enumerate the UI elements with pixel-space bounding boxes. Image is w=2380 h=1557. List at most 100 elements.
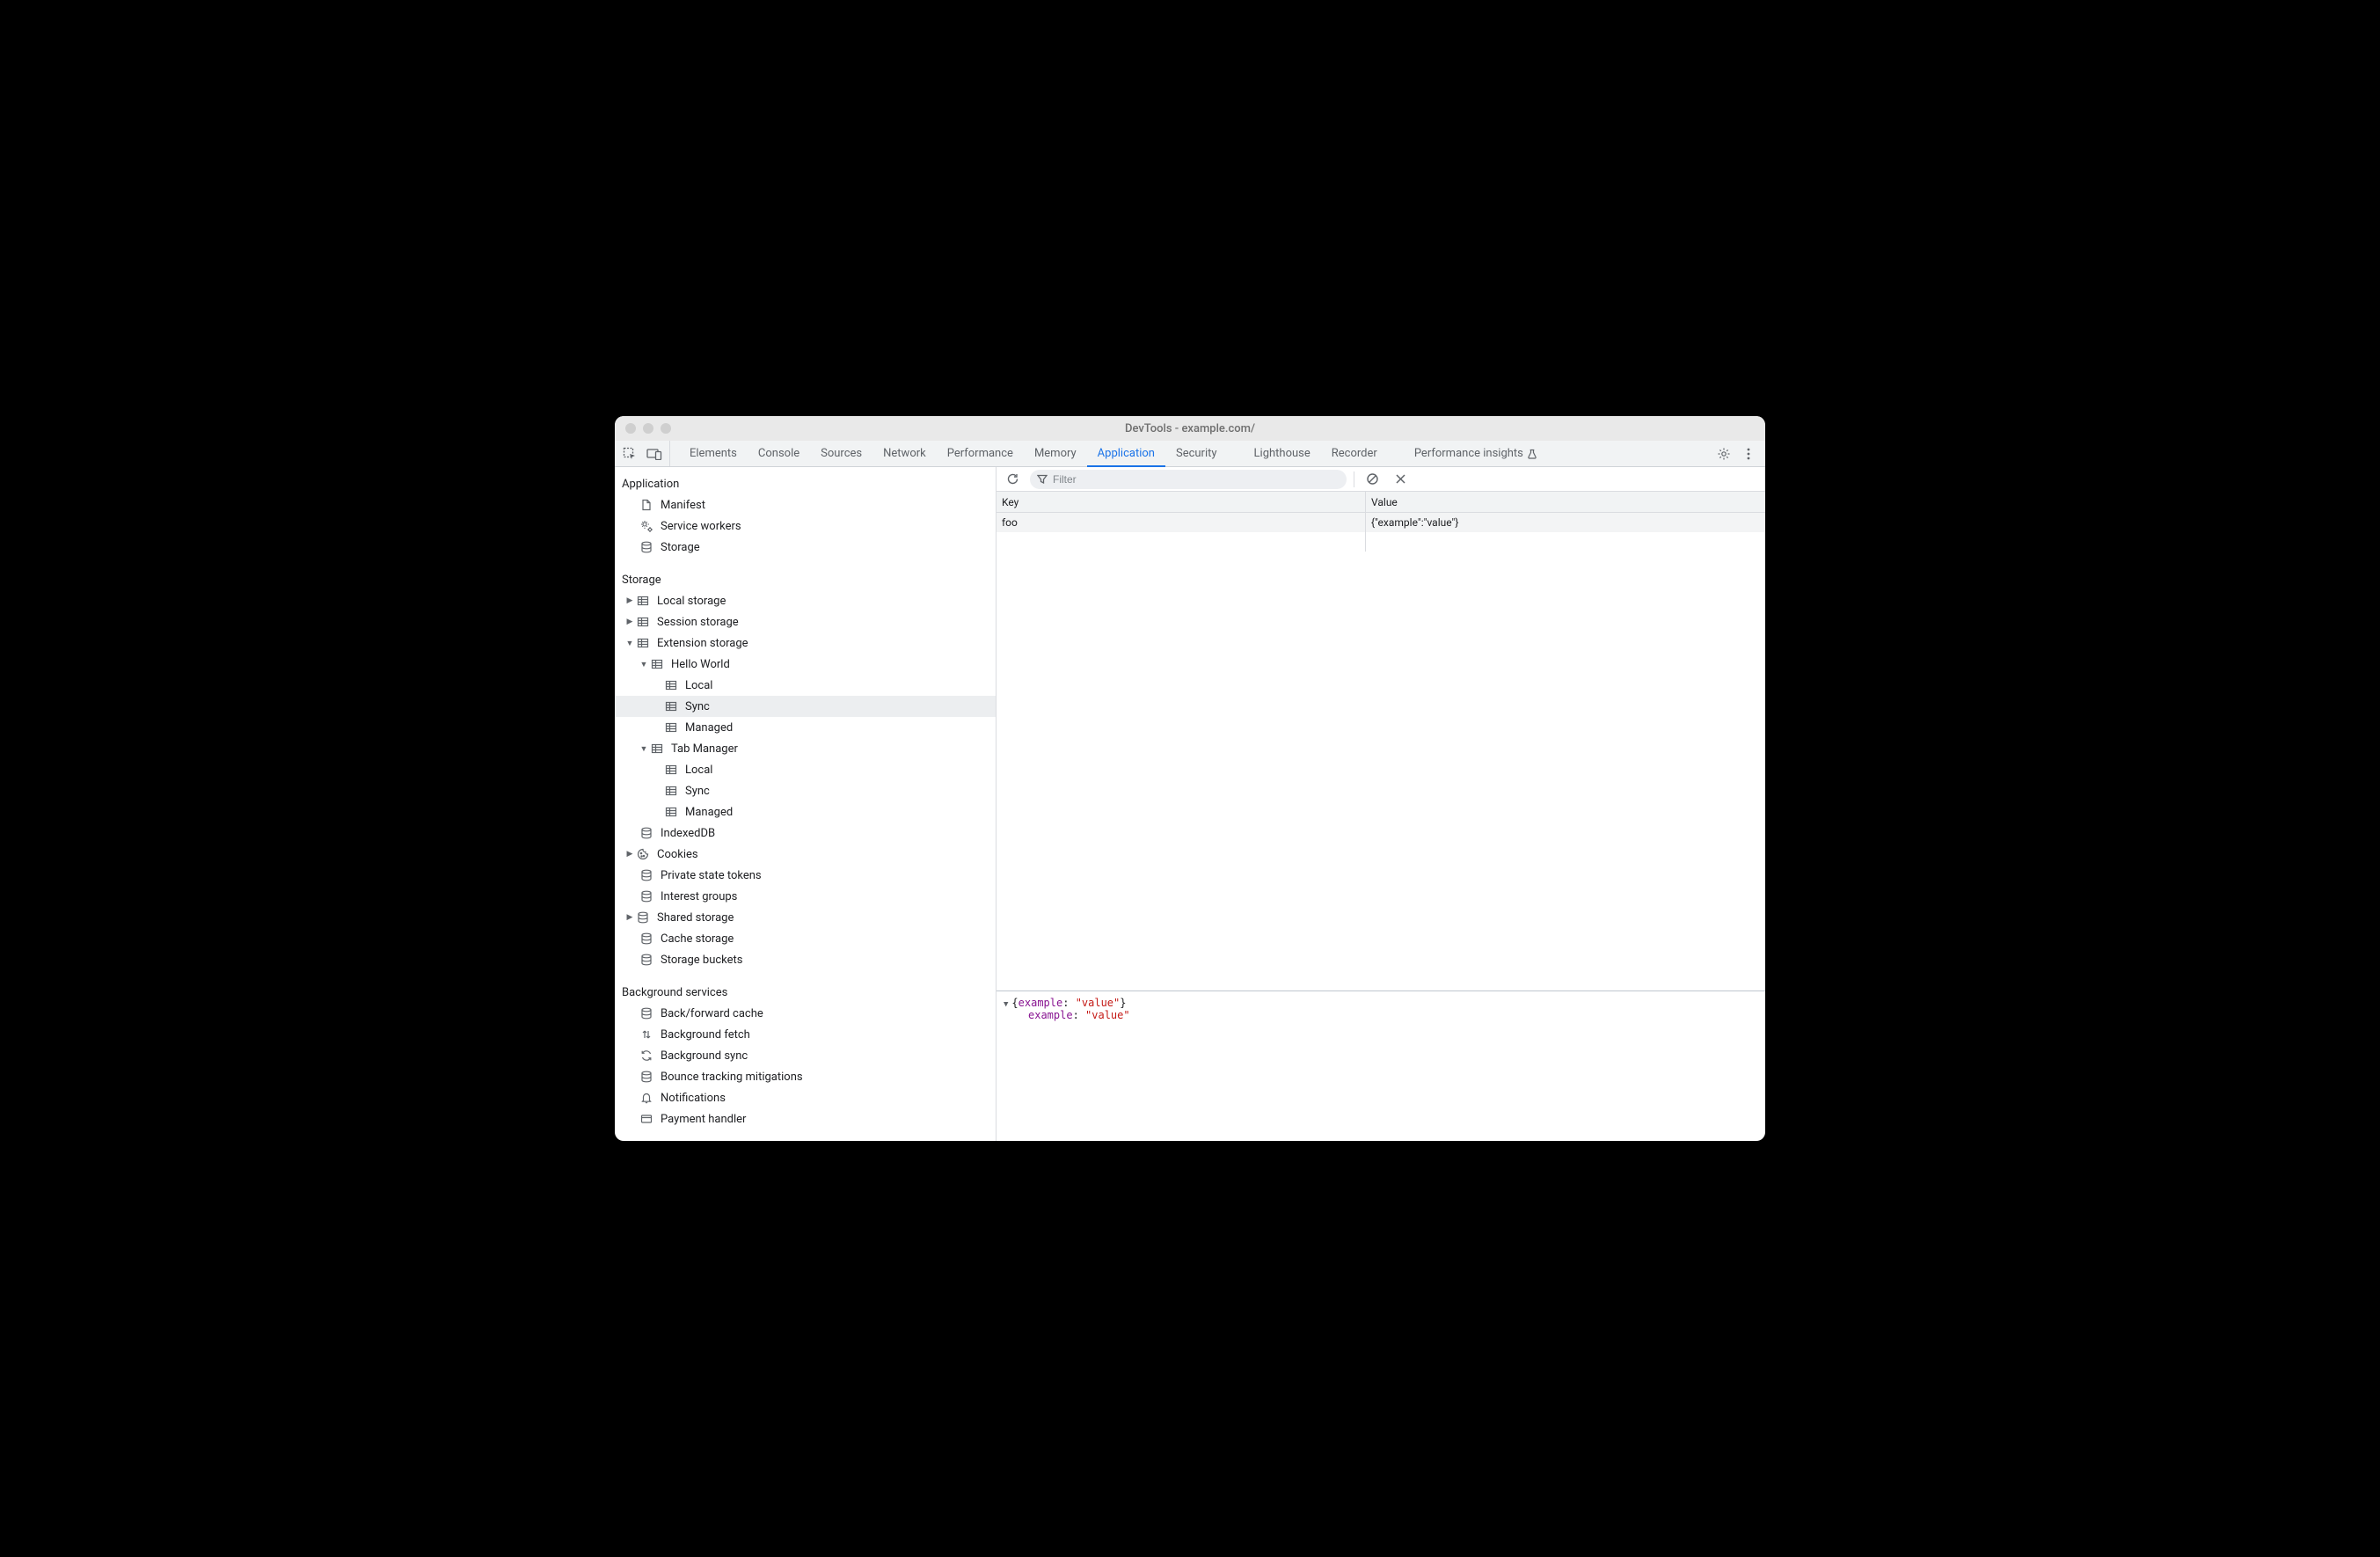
tab-performance[interactable]: Performance (937, 441, 1024, 466)
storage-table: Key Value foo {"example":"value"} (997, 492, 1765, 991)
database-icon (639, 1070, 653, 1084)
tree-label: Back/forward cache (661, 1007, 763, 1020)
database-icon (639, 826, 653, 840)
disclosure-triangle-icon[interactable]: ▶ (625, 618, 634, 626)
transfer-icon (639, 1027, 653, 1042)
sidebar-item-ext-hw-managed[interactable]: Managed (615, 717, 996, 738)
tree-label: Manifest (661, 499, 705, 512)
sidebar-item-cookies[interactable]: ▶ Cookies (615, 844, 996, 865)
tab-label: Elements (690, 447, 737, 460)
sidebar-item-cache-storage[interactable]: Cache storage (615, 928, 996, 949)
tree-label: Storage (661, 541, 700, 554)
sidebar-item-bounce-tracking[interactable]: Bounce tracking mitigations (615, 1066, 996, 1087)
tab-console[interactable]: Console (748, 441, 810, 466)
sidebar-item-ext-hello-world[interactable]: ▼ Hello World (615, 654, 996, 675)
tree-label: Interest groups (661, 890, 737, 903)
beaker-icon (1527, 449, 1537, 459)
column-header-key[interactable]: Key (997, 492, 1366, 512)
tree-label: Payment handler (661, 1113, 746, 1126)
value-preview: ▼{example: "value"} example: "value" (997, 991, 1765, 1141)
disclosure-triangle-icon[interactable]: ▼ (639, 660, 648, 669)
sidebar-item-extension-storage[interactable]: ▼ Extension storage (615, 632, 996, 654)
sidebar-item-ext-hw-sync[interactable]: Sync (615, 696, 996, 717)
sidebar-item-session-storage[interactable]: ▶ Session storage (615, 611, 996, 632)
tab-performance-insights[interactable]: Performance insights (1404, 441, 1548, 466)
tree-label: Storage buckets (661, 954, 743, 967)
tree-label: IndexedDB (661, 827, 715, 840)
sidebar-item-notifications[interactable]: Notifications (615, 1087, 996, 1108)
more-icon[interactable] (1741, 446, 1756, 462)
tab-label: Sources (821, 447, 862, 460)
section-heading-background: Background services (615, 979, 996, 1003)
tab-label: Network (883, 447, 926, 460)
tab-label: Application (1098, 447, 1155, 460)
inspect-element-icon[interactable] (622, 446, 638, 462)
tree-label: Notifications (661, 1092, 726, 1105)
disclosure-triangle-icon[interactable]: ▼ (639, 744, 648, 754)
sidebar-item-storage-buckets[interactable]: Storage buckets (615, 949, 996, 970)
table-body[interactable]: foo {"example":"value"} (997, 513, 1765, 990)
sidebar-item-ext-tab-manager[interactable]: ▼ Tab Manager (615, 738, 996, 759)
clear-all-button[interactable] (1362, 469, 1383, 490)
database-icon (636, 910, 650, 925)
cell-key[interactable]: foo (997, 513, 1366, 532)
tree-label: Background sync (661, 1049, 748, 1063)
tab-elements[interactable]: Elements (679, 441, 748, 466)
column-header-value[interactable]: Value (1366, 496, 1765, 508)
sidebar-item-bf-cache[interactable]: Back/forward cache (615, 1003, 996, 1024)
sidebar-item-ext-tm-managed[interactable]: Managed (615, 801, 996, 822)
tab-label: Recorder (1332, 447, 1377, 460)
device-toolbar-icon[interactable] (646, 446, 662, 462)
table-icon (664, 699, 678, 713)
sidebar-item-payment-handler[interactable]: Payment handler (615, 1108, 996, 1129)
disclosure-triangle-icon[interactable]: ▼ (625, 639, 634, 648)
sidebar-item-ext-hw-local[interactable]: Local (615, 675, 996, 696)
sidebar-item-indexeddb[interactable]: IndexedDB (615, 822, 996, 844)
titlebar: DevTools - example.com/ (615, 416, 1765, 441)
cell-value[interactable]: {"example":"value"} (1366, 516, 1765, 529)
tree-label: Background fetch (661, 1028, 750, 1042)
document-icon (639, 498, 653, 512)
devtools-window: DevTools - example.com/ Elements Console… (615, 416, 1765, 1141)
sidebar-item-background-fetch[interactable]: Background fetch (615, 1024, 996, 1045)
disclosure-triangle-icon[interactable]: ▶ (625, 596, 634, 605)
sidebar-item-shared-storage[interactable]: ▶ Shared storage (615, 907, 996, 928)
sidebar-item-background-sync[interactable]: Background sync (615, 1045, 996, 1066)
tab-application[interactable]: Application (1087, 441, 1165, 466)
refresh-button[interactable] (1002, 469, 1023, 490)
database-icon (639, 932, 653, 946)
sidebar-item-manifest[interactable]: Manifest (615, 494, 996, 515)
toolbar-left-group (615, 441, 670, 466)
tab-security[interactable]: Security (1165, 441, 1228, 466)
settings-icon[interactable] (1716, 446, 1732, 462)
tab-label: Console (758, 447, 799, 460)
sidebar-item-ext-tm-local[interactable]: Local (615, 759, 996, 780)
sidebar-item-local-storage[interactable]: ▶ Local storage (615, 590, 996, 611)
sidebar-item-service-workers[interactable]: Service workers (615, 515, 996, 537)
table-icon (664, 678, 678, 692)
preview-property-line[interactable]: example: "value" (1004, 1009, 1758, 1021)
sidebar-item-interest-groups[interactable]: Interest groups (615, 886, 996, 907)
table-icon (636, 615, 650, 629)
storage-panel: Key Value foo {"example":"value"} ▼{exam… (997, 467, 1765, 1141)
disclosure-triangle-icon[interactable]: ▶ (625, 850, 634, 859)
sidebar-item-ext-tm-sync[interactable]: Sync (615, 780, 996, 801)
disclosure-triangle-icon[interactable]: ▶ (625, 913, 634, 922)
tab-memory[interactable]: Memory (1024, 441, 1087, 466)
sidebar-item-storage[interactable]: Storage (615, 537, 996, 558)
filter-field[interactable] (1030, 470, 1347, 489)
disclosure-triangle-icon[interactable]: ▼ (1004, 1000, 1008, 1009)
tab-sources[interactable]: Sources (810, 441, 872, 466)
delete-selected-button[interactable] (1390, 469, 1411, 490)
table-row[interactable]: foo {"example":"value"} (997, 513, 1765, 532)
filter-input[interactable] (1053, 473, 1340, 486)
tab-recorder[interactable]: Recorder (1321, 441, 1388, 466)
tab-lighthouse[interactable]: Lighthouse (1244, 441, 1321, 466)
preview-summary-line[interactable]: ▼{example: "value"} (1004, 997, 1758, 1009)
sidebar-item-private-state-tokens[interactable]: Private state tokens (615, 865, 996, 886)
application-sidebar: Application Manifest Service workers (615, 467, 997, 1141)
tab-label: Lighthouse (1254, 447, 1310, 460)
tree-label: Cookies (657, 848, 698, 861)
tab-label: Performance (947, 447, 1013, 460)
tab-network[interactable]: Network (872, 441, 937, 466)
